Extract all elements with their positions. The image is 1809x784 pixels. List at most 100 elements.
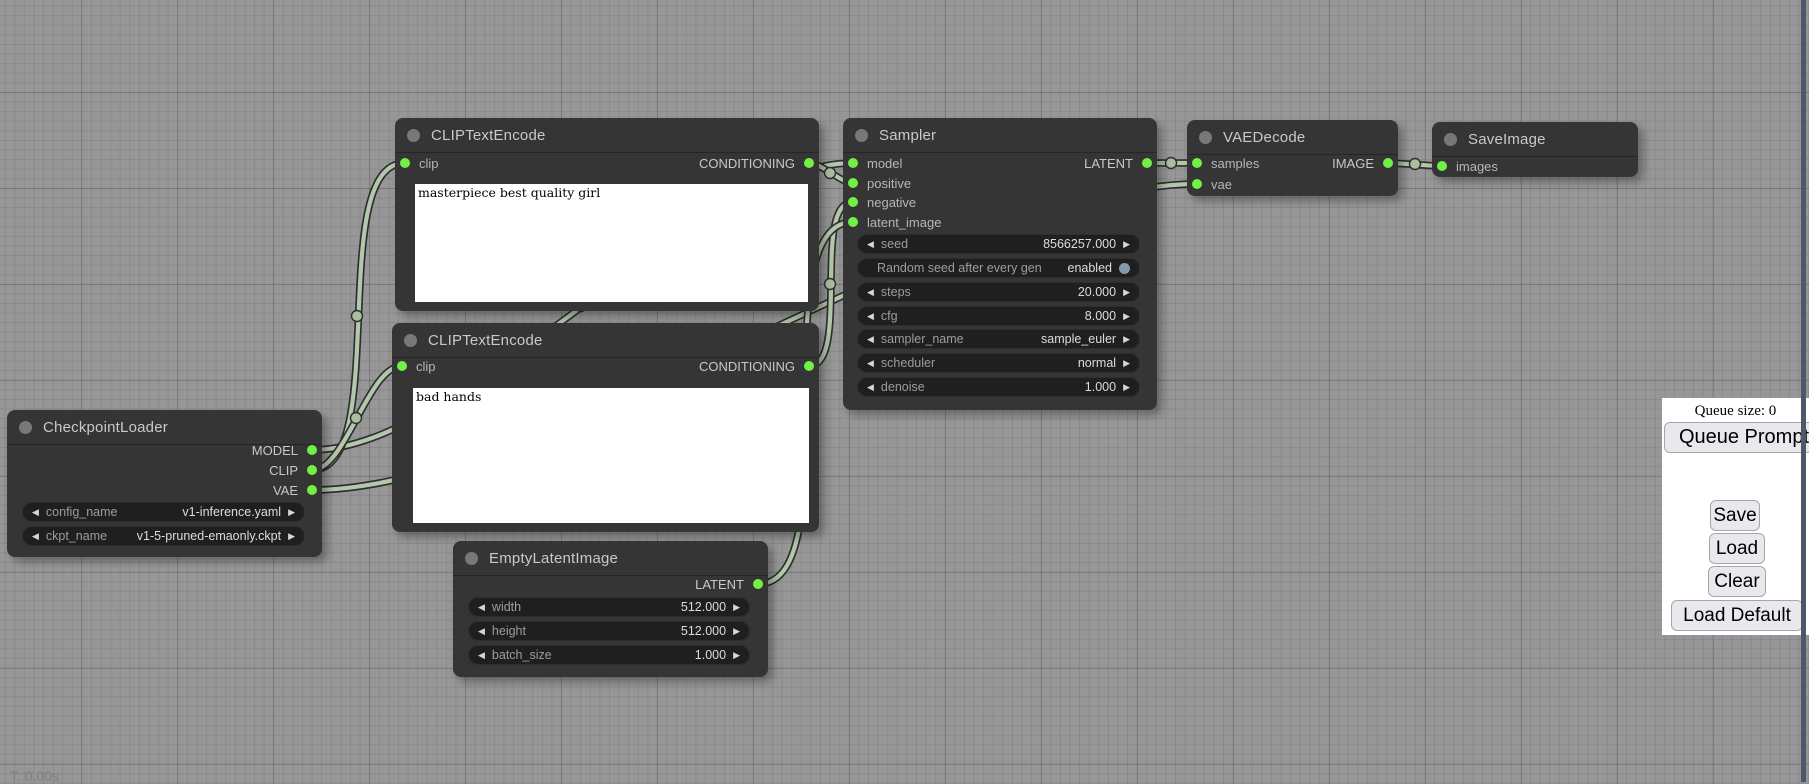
- decrement-arrow-icon[interactable]: ◀: [867, 383, 874, 392]
- output-dot-vae[interactable]: [307, 485, 317, 495]
- decrement-arrow-icon[interactable]: ◀: [867, 312, 874, 321]
- decrement-arrow-icon[interactable]: ◀: [478, 627, 485, 636]
- negative-prompt-textarea[interactable]: bad hands: [413, 388, 809, 523]
- queue-prompt-button[interactable]: Queue Prompt: [1664, 422, 1809, 453]
- node-title: Sampler: [879, 127, 936, 144]
- output-dot-latent[interactable]: [1142, 158, 1152, 168]
- node-collapse-dot-icon[interactable]: [404, 334, 417, 347]
- widget-width[interactable]: ◀ width 512.000 ▶: [468, 597, 750, 617]
- input-dot-samples[interactable]: [1192, 158, 1202, 168]
- output-slot-image: IMAGE: [1332, 153, 1393, 173]
- input-dot-images[interactable]: [1437, 161, 1447, 171]
- decrement-arrow-icon[interactable]: ◀: [867, 335, 874, 344]
- widget-denoise[interactable]: ◀ denoise 1.000 ▶: [857, 377, 1140, 397]
- widget-scheduler[interactable]: ◀ scheduler normal ▶: [857, 353, 1140, 373]
- output-dot-clip[interactable]: [307, 465, 317, 475]
- node-titlebar[interactable]: Sampler: [843, 118, 1157, 153]
- increment-arrow-icon[interactable]: ▶: [1123, 240, 1130, 249]
- decrement-arrow-icon[interactable]: ◀: [32, 532, 39, 541]
- node-collapse-dot-icon[interactable]: [855, 129, 868, 142]
- node-collapse-dot-icon[interactable]: [19, 421, 32, 434]
- widget-ckpt-name[interactable]: ◀ ckpt_name v1-5-pruned-emaonly.ckpt ▶: [22, 526, 305, 546]
- increment-arrow-icon[interactable]: ▶: [733, 651, 740, 660]
- comfy-menu-panel[interactable]: Queue size: 0 Queue Prompt Save Load Cle…: [1662, 398, 1809, 635]
- widget-value: enabled: [1068, 261, 1113, 275]
- node-collapse-dot-icon[interactable]: [1444, 133, 1457, 146]
- input-dot-latent-image[interactable]: [848, 217, 858, 227]
- node-collapse-dot-icon[interactable]: [407, 129, 420, 142]
- input-dot-vae[interactable]: [1192, 179, 1202, 189]
- increment-arrow-icon[interactable]: ▶: [1123, 335, 1130, 344]
- input-dot-clip[interactable]: [397, 361, 407, 371]
- node-titlebar[interactable]: CLIPTextEncode: [395, 118, 819, 153]
- increment-arrow-icon[interactable]: ▶: [733, 603, 740, 612]
- input-slot-samples: samples: [1192, 153, 1259, 173]
- node-saveimage[interactable]: SaveImage images: [1432, 122, 1638, 177]
- increment-arrow-icon[interactable]: ▶: [288, 532, 295, 541]
- node-sampler[interactable]: Sampler model positive negative latent_i…: [843, 118, 1157, 410]
- node-emptylatentimage[interactable]: EmptyLatentImage LATENT ◀ width 512.000 …: [453, 541, 768, 677]
- scrollbar-strip[interactable]: [1801, 0, 1806, 782]
- input-dot-positive[interactable]: [848, 178, 858, 188]
- node-collapse-dot-icon[interactable]: [1199, 131, 1212, 144]
- decrement-arrow-icon[interactable]: ◀: [478, 651, 485, 660]
- decrement-arrow-icon[interactable]: ◀: [478, 603, 485, 612]
- decrement-arrow-icon[interactable]: ◀: [867, 240, 874, 249]
- output-dot-conditioning[interactable]: [804, 158, 814, 168]
- input-slot-label: clip: [419, 156, 439, 171]
- widget-height[interactable]: ◀ height 512.000 ▶: [468, 621, 750, 641]
- widget-value: 8566257.000: [1043, 237, 1116, 251]
- widget-random-seed-toggle[interactable]: Random seed after every gen enabled: [857, 258, 1140, 278]
- input-dot-negative[interactable]: [848, 197, 858, 207]
- increment-arrow-icon[interactable]: ▶: [1123, 359, 1130, 368]
- increment-arrow-icon[interactable]: ▶: [733, 627, 740, 636]
- node-titlebar[interactable]: CLIPTextEncode: [392, 323, 819, 358]
- output-dot-conditioning[interactable]: [804, 361, 814, 371]
- output-slot-conditioning: CONDITIONING: [699, 356, 814, 376]
- widget-value: 1.000: [695, 648, 726, 662]
- widget-cfg[interactable]: ◀ cfg 8.000 ▶: [857, 306, 1140, 326]
- widget-value: 1.000: [1085, 380, 1116, 394]
- decrement-arrow-icon[interactable]: ◀: [867, 359, 874, 368]
- decrement-arrow-icon[interactable]: ◀: [32, 508, 39, 517]
- input-slot-clip: clip: [397, 356, 436, 376]
- node-title: CLIPTextEncode: [431, 127, 546, 144]
- load-button[interactable]: Load: [1709, 533, 1765, 564]
- node-checkpointloader[interactable]: CheckpointLoader MODEL CLIP VAE ◀ config…: [7, 410, 322, 557]
- node-titlebar[interactable]: EmptyLatentImage: [453, 541, 768, 576]
- widget-config-name[interactable]: ◀ config_name v1-inference.yaml ▶: [22, 502, 305, 522]
- input-dot-model[interactable]: [848, 158, 858, 168]
- increment-arrow-icon[interactable]: ▶: [288, 508, 295, 517]
- input-slot-label: clip: [416, 359, 436, 374]
- widget-label: seed: [881, 237, 908, 251]
- positive-prompt-textarea[interactable]: masterpiece best quality girl: [415, 184, 808, 302]
- output-dot-image[interactable]: [1383, 158, 1393, 168]
- widget-batch-size[interactable]: ◀ batch_size 1.000 ▶: [468, 645, 750, 665]
- increment-arrow-icon[interactable]: ▶: [1123, 383, 1130, 392]
- widget-steps[interactable]: ◀ steps 20.000 ▶: [857, 282, 1140, 302]
- clear-button[interactable]: Clear: [1708, 566, 1766, 597]
- node-vaedecode[interactable]: VAEDecode samples vae IMAGE: [1187, 120, 1398, 196]
- output-slot-clip: CLIP: [269, 460, 317, 480]
- increment-arrow-icon[interactable]: ▶: [1123, 288, 1130, 297]
- output-slot-vae: VAE: [273, 480, 317, 500]
- output-dot-latent[interactable]: [753, 579, 763, 589]
- node-collapse-dot-icon[interactable]: [465, 552, 478, 565]
- output-dot-model[interactable]: [307, 445, 317, 455]
- toggle-dot-icon[interactable]: [1119, 263, 1130, 274]
- input-slot-latent-image: latent_image: [848, 212, 941, 232]
- node-cliptextencode-negative[interactable]: CLIPTextEncode clip CONDITIONING bad han…: [392, 323, 819, 532]
- load-default-button[interactable]: Load Default: [1671, 600, 1803, 631]
- input-slot-label: vae: [1211, 177, 1232, 192]
- node-cliptextencode-positive[interactable]: CLIPTextEncode clip CONDITIONING masterp…: [395, 118, 819, 311]
- node-titlebar[interactable]: VAEDecode: [1187, 120, 1398, 155]
- input-slot-negative: negative: [848, 192, 916, 212]
- save-button[interactable]: Save: [1710, 500, 1760, 531]
- input-dot-clip[interactable]: [400, 158, 410, 168]
- node-titlebar[interactable]: SaveImage: [1432, 122, 1638, 157]
- widget-seed[interactable]: ◀ seed 8566257.000 ▶: [857, 234, 1140, 254]
- increment-arrow-icon[interactable]: ▶: [1123, 312, 1130, 321]
- widget-value: sample_euler: [1041, 332, 1116, 346]
- widget-sampler-name[interactable]: ◀ sampler_name sample_euler ▶: [857, 329, 1140, 349]
- decrement-arrow-icon[interactable]: ◀: [867, 288, 874, 297]
